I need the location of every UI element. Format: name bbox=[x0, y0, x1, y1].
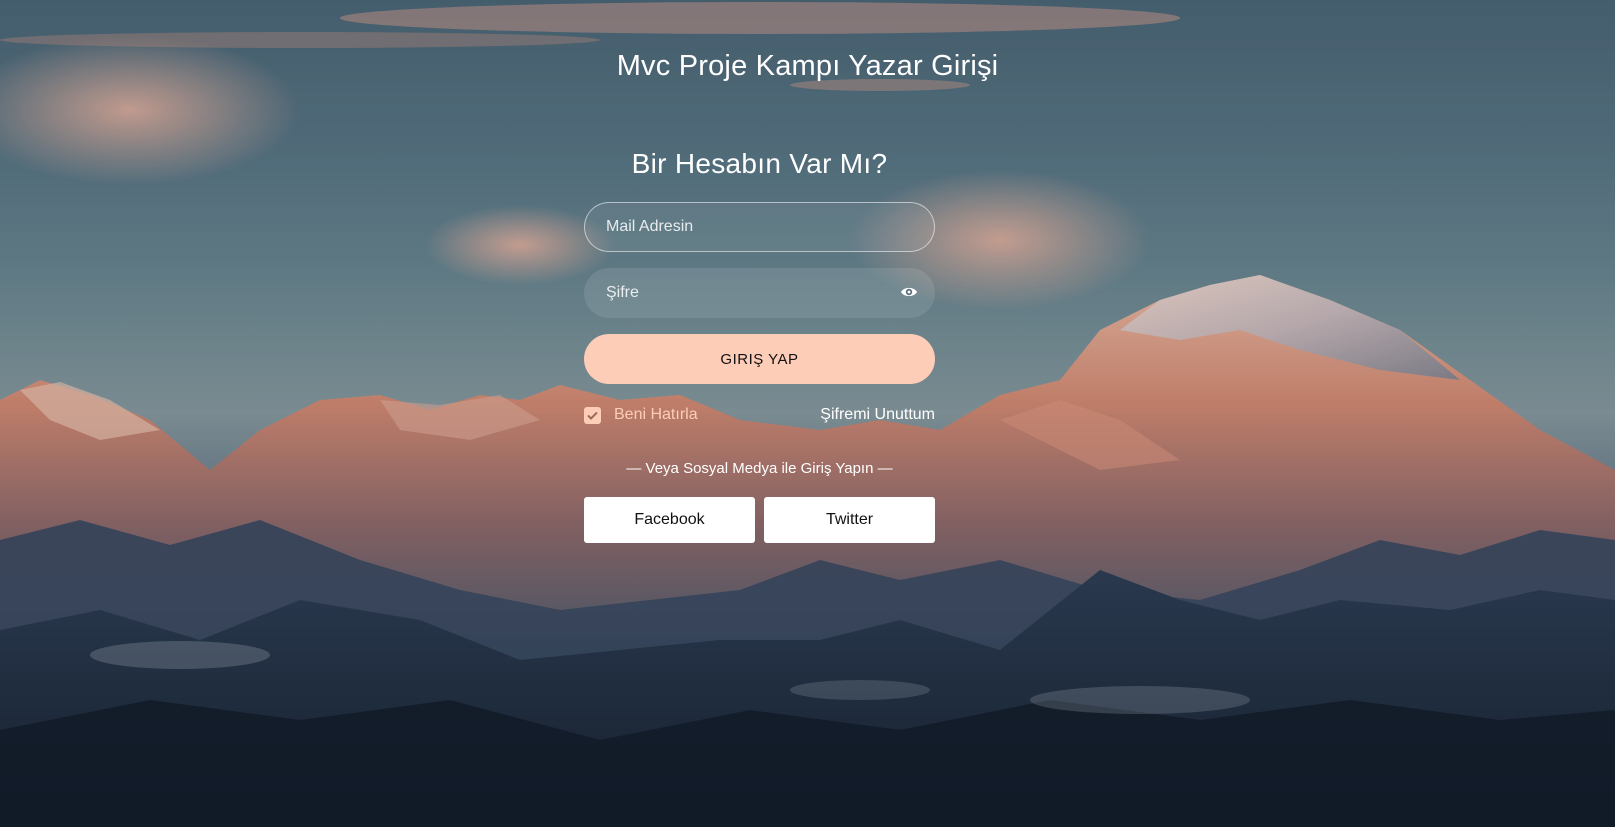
remember-me-checkbox[interactable]: Beni Hatırla bbox=[584, 406, 698, 424]
facebook-login-button[interactable]: Facebook bbox=[584, 497, 755, 543]
login-heading: Bir Hesabın Var Mı? bbox=[631, 148, 888, 179]
email-field-wrapper bbox=[584, 202, 935, 252]
login-submit-button[interactable]: GIRIŞ YAP bbox=[584, 334, 935, 384]
login-options-row: Beni Hatırla Şifremi Unuttum bbox=[584, 404, 935, 426]
check-icon bbox=[584, 406, 601, 424]
password-field-wrapper bbox=[584, 268, 935, 318]
remember-me-label: Beni Hatırla bbox=[614, 406, 698, 423]
password-input[interactable] bbox=[584, 268, 935, 318]
social-login-divider: — Veya Sosyal Medya ile Giriş Yapın — bbox=[626, 460, 893, 477]
eye-icon[interactable] bbox=[900, 285, 918, 299]
page-title: Mvc Proje Kampı Yazar Girişi bbox=[616, 50, 999, 82]
email-input[interactable] bbox=[584, 202, 935, 252]
login-form: Bir Hesabın Var Mı? GIRIŞ YAP Beni Hatır… bbox=[584, 148, 935, 543]
twitter-login-button[interactable]: Twitter bbox=[764, 497, 935, 543]
social-buttons-row: Facebook Twitter bbox=[584, 497, 935, 543]
forgot-password-link[interactable]: Şifremi Unuttum bbox=[820, 406, 935, 424]
